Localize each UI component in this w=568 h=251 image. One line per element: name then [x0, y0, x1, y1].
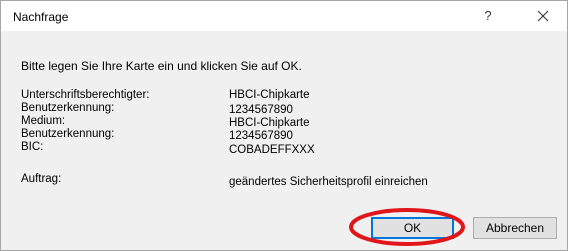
- field-value-signatory: HBCI-Chipkarte: [229, 89, 310, 101]
- field-label-order: Auftrag:: [21, 173, 62, 185]
- close-button[interactable]: [529, 4, 557, 28]
- title-bar: Nachfrage ?: [1, 1, 567, 31]
- ok-button[interactable]: OK: [371, 217, 454, 239]
- cancel-button[interactable]: Abbrechen: [473, 217, 557, 239]
- dialog-content: Bitte legen Sie Ihre Karte ein und klick…: [1, 31, 567, 250]
- field-value-medium: HBCI-Chipkarte: [229, 117, 310, 129]
- field-label-user-id: Benutzerkennung:: [21, 102, 115, 114]
- field-label-bic: BIC:: [21, 141, 44, 153]
- field-value-order: geändertes Sicherheitsprofil einreichen: [229, 176, 428, 188]
- field-value-user-id-2: 1234567890: [229, 130, 293, 142]
- field-label-user-id-2: Benutzerkennung:: [21, 128, 115, 140]
- close-icon: [537, 10, 549, 22]
- field-label-medium: Medium:: [21, 115, 66, 127]
- help-button[interactable]: ?: [475, 5, 501, 27]
- field-label-signatory: Unterschriftsberechtigter:: [21, 89, 150, 101]
- field-value-user-id: 1234567890: [229, 104, 293, 116]
- field-value-bic: COBADEFFXXX: [229, 144, 315, 156]
- dialog-window: Nachfrage ? Bitte legen Sie Ihre Karte e…: [0, 0, 568, 251]
- prompt-text: Bitte legen Sie Ihre Karte ein und klick…: [21, 59, 302, 73]
- dialog-title: Nachfrage: [13, 10, 69, 24]
